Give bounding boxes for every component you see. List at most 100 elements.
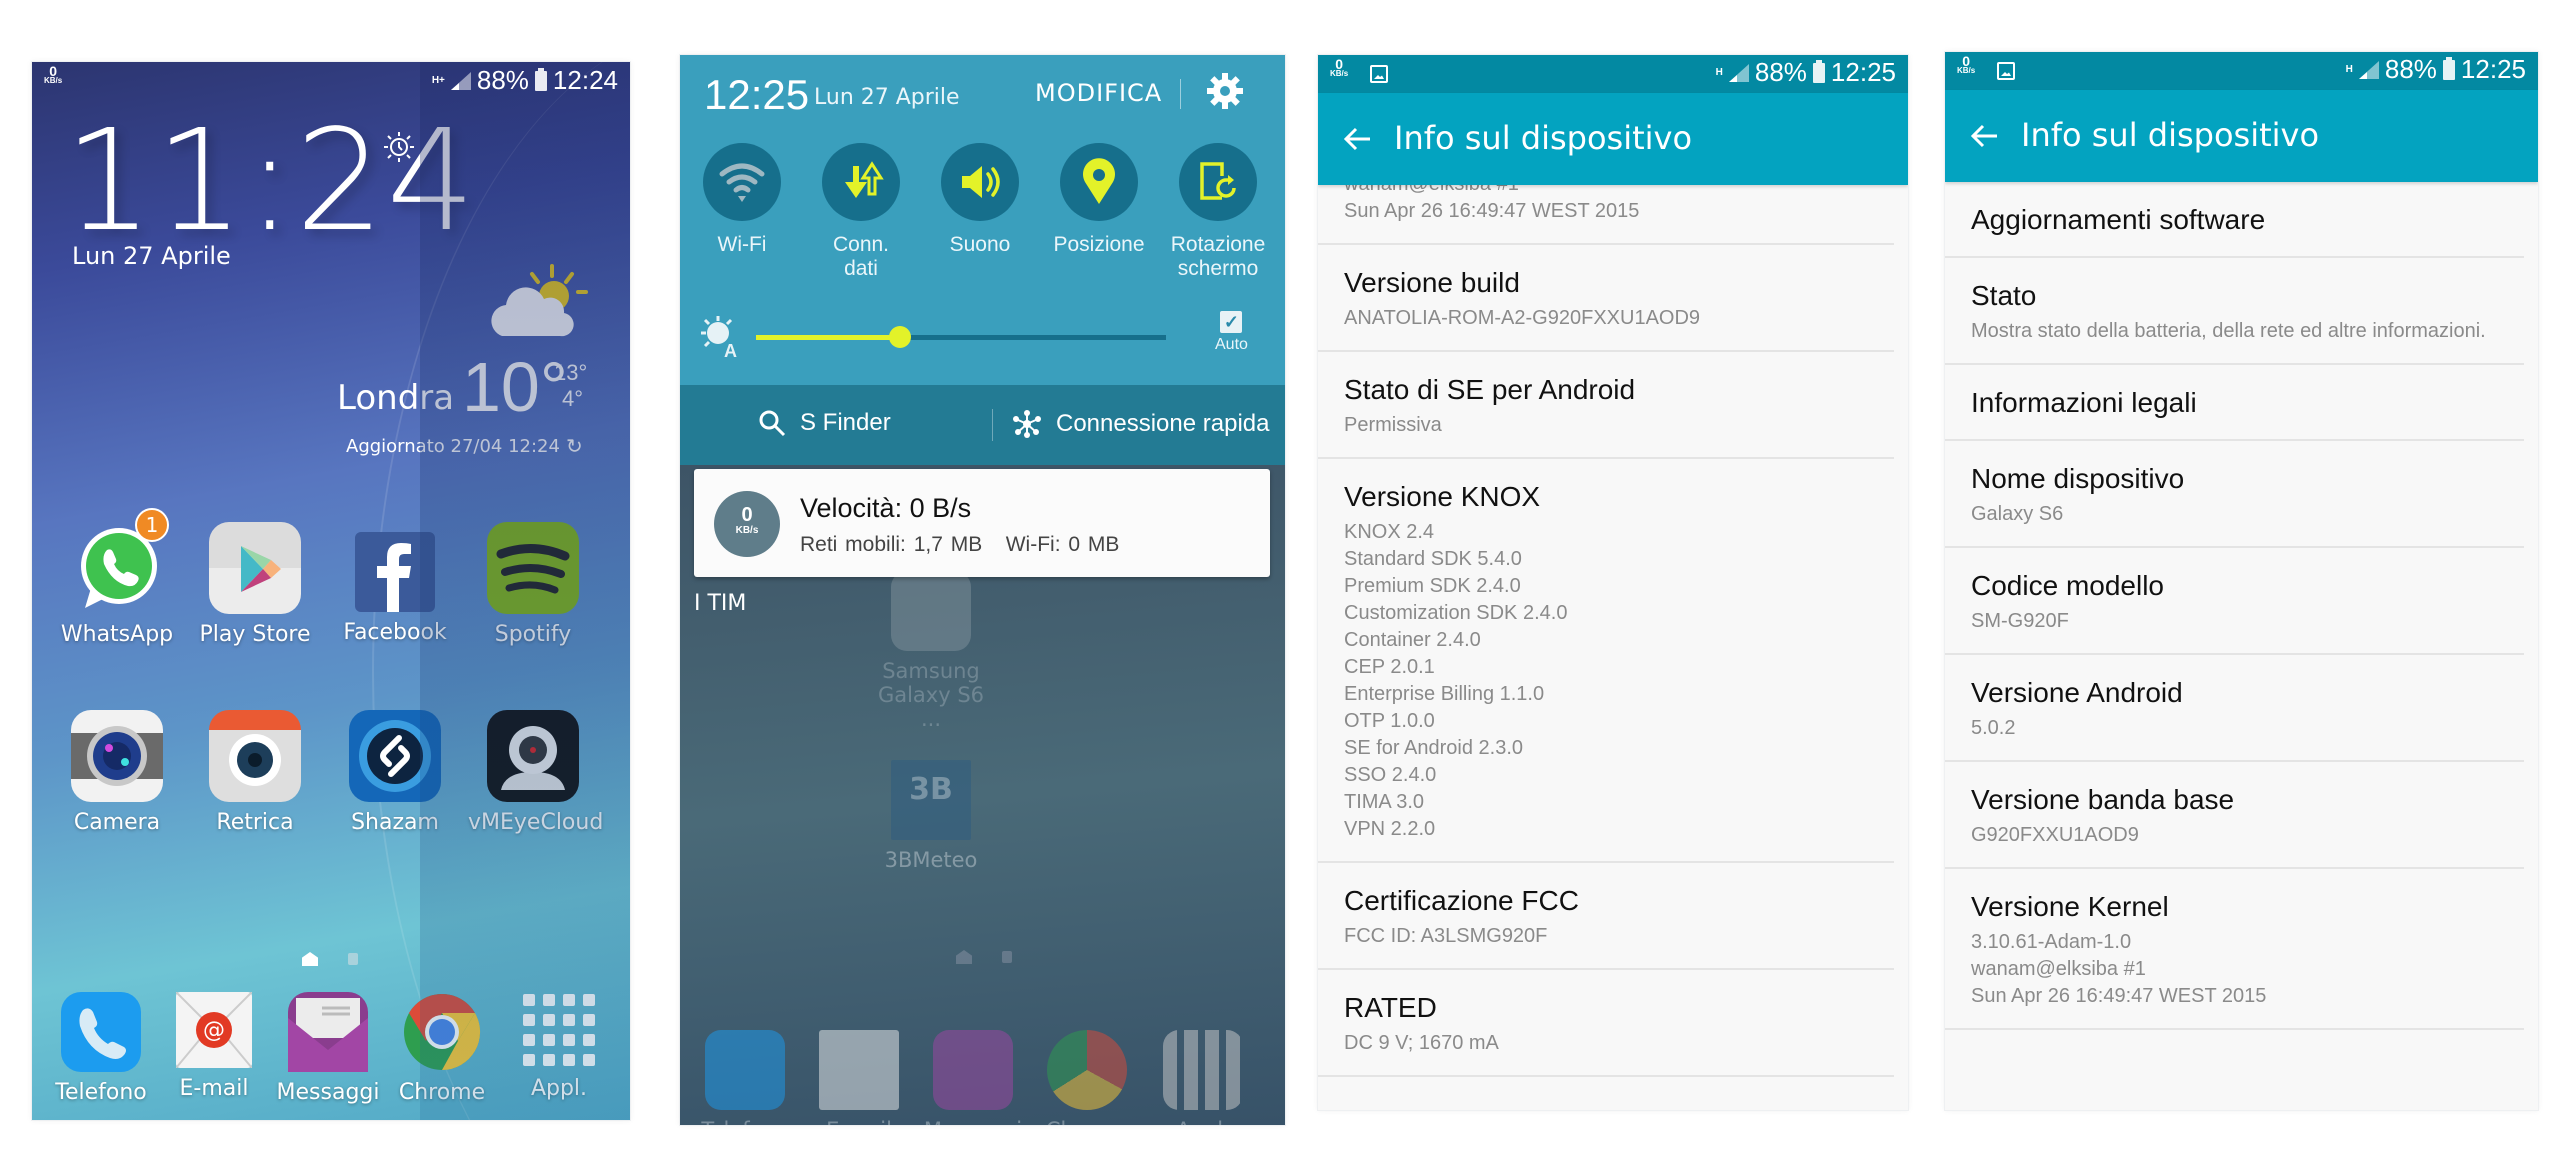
email-icon: @ [175,991,253,1069]
dock-messaggi[interactable]: Messaggi [263,992,393,1105]
toggle-wifi[interactable]: Wi-Fi [692,143,792,257]
battery-icon [2442,56,2455,80]
settings-gear-icon[interactable] [1205,71,1245,111]
settings-list[interactable]: Aggiornamenti software Stato Mostra stato … [1945,182,2538,1110]
settings-item[interactable]: Versione KNOX KNOX 2.4 Standard SDK 5.4.0 P… [1318,459,1894,863]
settings-item[interactable]: Versione Kernel 3.10.61-Adam-1.0 wanam@elk… [1945,869,2524,1030]
app-vmeyecloud[interactable]: vMEyeCloud [468,710,603,835]
back-arrow-icon[interactable] [1340,121,1376,157]
settings-item-title: Versione KNOX [1344,481,1541,512]
weather-city[interactable]: Londra [337,378,454,418]
network-speed-indicator: 0 KB/s [44,63,63,85]
image-notification-icon [1997,62,2015,80]
settings-item-value: Container 2.4.0 [1344,629,1481,651]
settings-item-value: SSO 2.4.0 [1344,764,1437,786]
svg-text:@: @ [203,1018,225,1043]
app-retrica[interactable]: Retrica [190,710,320,835]
app-bar: Info sul dispositivo [1945,90,2538,182]
settings-item-value: OTP 1.0.0 [1344,710,1435,732]
app-shazam[interactable]: Shazam [330,710,460,835]
signal-icon [2358,60,2379,79]
battery-icon [1812,59,1825,83]
quick-connect-button[interactable]: Connessione rapida [1012,409,1269,439]
wifi-icon [719,163,765,202]
dock-email[interactable]: @ E-mail [149,991,279,1101]
settings-item-title: Aggiornamenti software [1971,204,2266,235]
settings-item[interactable]: Versione banda base G920FXXU1AOD9 [1945,762,2524,869]
settings-item[interactable]: Certificazione FCC FCC ID: A3LSMG920F [1318,863,1894,970]
facebook-icon [355,532,435,612]
dock-email-dimmed: E-mail [794,1030,924,1125]
notification-data-speed[interactable]: 0 KB/s Velocità: 0 B/s Reti mobili: 1,7 … [694,469,1270,577]
settings-item[interactable]: Informazioni legali [1945,365,2524,441]
3bmeteo-icon: 3B [891,760,971,840]
whatsapp-icon: 1 [71,508,169,614]
brightness-slider[interactable] [756,326,1166,348]
settings-item-title: Codice modello [1971,570,2164,601]
battery-icon [534,67,547,91]
svg-text:A: A [724,341,737,359]
settings-item[interactable]: Codice modello SM-G920F [1945,548,2524,655]
dock-appl[interactable]: Appl. [494,992,624,1101]
signal-icon [1728,63,1749,82]
dock-chrome[interactable]: Chrome [377,992,507,1105]
shade-date: Lun 27 Aprile [814,85,960,110]
vmeyecloud-icon [487,710,579,802]
home-page-dot[interactable] [302,952,318,966]
chrome-icon [402,992,482,1072]
page-indicator [956,950,1012,964]
app-spotify[interactable]: Spotify [468,522,598,647]
settings-item-title: Versione build [1344,267,1520,298]
settings-item[interactable]: Nome dispositivo Galaxy S6 [1945,441,2524,548]
refresh-icon[interactable]: ↻ [566,434,583,458]
toggle-rotation[interactable]: Rotazione schermo [1168,143,1268,281]
toggle-sound[interactable]: Suono [930,143,1030,257]
auto-brightness-icon: A [701,316,737,359]
app-camera[interactable]: Camera [52,710,182,835]
app-facebook[interactable]: Facebook [330,522,460,645]
auto-brightness-checkbox[interactable]: ✓ Auto [1215,311,1248,354]
speed-meter-icon: 0 KB/s [714,491,780,557]
back-arrow-icon[interactable] [1967,118,2003,154]
page-dot[interactable] [348,953,358,965]
settings-item-value: CEP 2.0.1 [1344,656,1435,678]
quick-settings-panel: 12:25 Lun 27 Aprile MODIFICA Wi-Fi Conn.… [680,55,1285,385]
settings-item[interactable]: Versione build ANATOLIA-ROM-A2-G920FXXU1A… [1318,245,1894,352]
edit-button[interactable]: MODIFICA [1035,79,1162,107]
app-whatsapp[interactable]: 1 WhatsApp [52,508,182,647]
app-play-store[interactable]: Play Store [190,522,320,647]
settings-item-value: 5.0.2 [1971,717,2016,739]
settings-item[interactable]: Aggiornamenti software [1945,182,2524,258]
settings-item-value: ANATOLIA-ROM-A2-G920FXXU1AOD9 [1344,307,1701,329]
settings-item-value: Premium SDK 2.4.0 [1344,575,1521,597]
settings-item[interactable]: wanam@elksiba #1 Sun Apr 26 16:49:47 WEST… [1318,185,1894,245]
notification-subtitle: Reti mobili: 1,7 MB Wi-Fi: 0 MB [800,533,1120,556]
settings-item-value: 3.10.61-Adam-1.0 [1971,931,2132,953]
divider [1180,79,1181,109]
page-title: Info sul dispositivo [1394,119,1693,157]
settings-item-value: Galaxy S6 [1971,503,2064,525]
alarm-icon[interactable] [382,130,416,164]
settings-item-value: Sun Apr 26 16:49:47 WEST 2015 [1971,985,2267,1007]
settings-item-value: SM-G920F [1971,610,2069,632]
finder-bar: S Finder Connessione rapida [680,385,1285,465]
weather-updated: Aggiornato 27/04 12:24 ↻ [346,434,583,458]
s-finder-button[interactable]: S Finder [758,409,891,437]
toggle-location[interactable]: Posizione [1049,143,1149,257]
location-icon [1083,158,1115,204]
settings-item-title: Nome dispositivo [1971,463,2185,494]
messages-icon [288,992,368,1072]
settings-item[interactable]: RATED DC 9 V; 1670 mA [1318,970,1894,1077]
brightness-fill [756,335,900,340]
partly-cloudy-icon[interactable] [482,262,592,342]
settings-item[interactable]: Versione Android 5.0.2 [1945,655,2524,762]
settings-item[interactable]: Stato Mostra stato della batteria, della … [1945,258,2524,365]
brightness-thumb[interactable] [888,326,911,348]
settings-item[interactable]: Stato di SE per Android Permissiva [1318,352,1894,459]
notification-badge: 1 [135,508,169,542]
toggle-mobile-data[interactable]: Conn. dati [811,143,911,281]
settings-item-value: Sun Apr 26 16:49:47 WEST 2015 [1344,200,1640,222]
dock-telefono[interactable]: Telefono [36,992,166,1105]
settings-list[interactable]: wanam@elksiba #1 Sun Apr 26 16:49:47 WEST… [1318,185,1908,1110]
home-screen: 0 KB/s H+ 88% 12:24 11:24 Lun 27 Aprile … [32,62,630,1120]
